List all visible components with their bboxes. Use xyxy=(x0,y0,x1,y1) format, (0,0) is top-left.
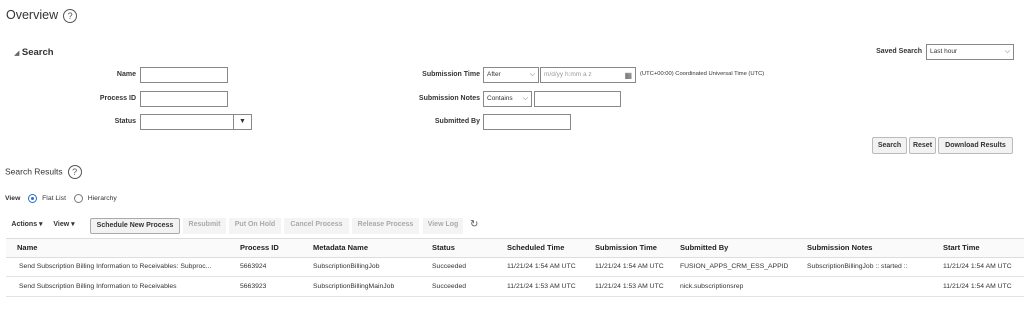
column-header-scheduled-time[interactable]: Scheduled Time xyxy=(507,243,564,252)
submission-time-operator-select[interactable]: After ⌵ xyxy=(483,67,539,83)
release-process-button[interactable]: Release Process xyxy=(352,218,419,234)
process-id-label: Process ID xyxy=(99,95,136,102)
name-input[interactable] xyxy=(140,67,228,83)
cell-start-time: 11/21/24 1:54 AM UTC xyxy=(943,263,1012,270)
saved-search-label: Saved Search xyxy=(876,48,922,55)
help-icon[interactable]: ? xyxy=(63,8,78,23)
search-section-header[interactable]: ◢ Search xyxy=(14,47,54,58)
help-icon[interactable]: ? xyxy=(67,165,82,179)
column-header-submitted-by[interactable]: Submitted By xyxy=(680,243,728,252)
cell-process-id: 5663923 xyxy=(240,283,267,290)
put-on-hold-button[interactable]: Put On Hold xyxy=(229,218,281,234)
dropdown-button[interactable]: ▼ xyxy=(233,115,251,129)
cell-metadata-name: SubscriptionBillingJob xyxy=(313,263,380,270)
chevron-down-icon: ⌵ xyxy=(522,95,528,102)
cell-scheduled-time: 11/21/24 1:54 AM UTC xyxy=(507,263,576,270)
view-menu[interactable]: View ▾ xyxy=(50,218,78,234)
column-header-process-id[interactable]: Process ID xyxy=(240,243,279,252)
cell-name: Send Subscription Billing Information to… xyxy=(19,283,177,290)
submission-time-input[interactable]: m/d/yy h:mm a z ▦ xyxy=(540,67,636,83)
collapse-triangle-icon[interactable]: ◢ xyxy=(14,50,19,57)
cell-scheduled-time: 11/21/24 1:53 AM UTC xyxy=(507,283,576,290)
flat-list-label: Flat List xyxy=(42,195,66,203)
hierarchy-label: Hierarchy xyxy=(87,195,117,203)
hierarchy-radio[interactable] xyxy=(73,194,83,203)
cancel-process-button[interactable]: Cancel Process xyxy=(284,218,349,234)
view-label: View xyxy=(5,195,21,203)
page-title-text: Overview xyxy=(6,8,59,22)
submission-time-operator-value: After xyxy=(487,71,501,78)
cell-submitted-by: nick.subscriptionsrep xyxy=(680,283,744,290)
cell-name: Send Subscription Billing Information to… xyxy=(19,263,212,270)
reset-button[interactable]: Reset xyxy=(909,137,936,154)
cell-metadata-name: SubscriptionBillingMainJob xyxy=(313,283,395,290)
flat-list-radio[interactable] xyxy=(28,194,38,203)
cell-submission-notes: SubscriptionBillingJob :: started :: xyxy=(807,263,908,270)
submitted-by-label: Submitted By xyxy=(434,118,480,125)
cell-process-id: 5663924 xyxy=(240,263,267,270)
search-results-heading: Search Results? xyxy=(5,165,82,179)
chevron-down-icon: ⌵ xyxy=(1004,48,1010,55)
cell-start-time: 11/21/24 1:54 AM UTC xyxy=(943,283,1012,290)
timezone-note: (UTC+00:00) Coordinated Universal Time (… xyxy=(640,71,765,77)
column-header-submission-notes[interactable]: Submission Notes xyxy=(807,243,872,252)
view-log-button[interactable]: View Log xyxy=(423,218,463,234)
view-mode-group: View Flat List Hierarchy xyxy=(5,194,117,203)
submission-notes-operator-value: Contains xyxy=(487,95,513,102)
actions-menu[interactable]: Actions ▾ xyxy=(8,218,46,234)
cell-submitted-by: FUSION_APPS_CRM_ESS_APPID xyxy=(680,263,789,270)
submission-time-label: Submission Time xyxy=(422,71,480,78)
schedule-new-process-button[interactable]: Schedule New Process xyxy=(90,218,180,234)
resubmit-button[interactable]: Resubmit xyxy=(183,218,226,234)
cell-status: Succeeded xyxy=(432,263,467,270)
column-header-metadata-name[interactable]: Metadata Name xyxy=(313,243,368,252)
column-header-name[interactable]: Name xyxy=(17,243,37,252)
submission-time-placeholder: m/d/yy h:mm a z xyxy=(544,71,592,78)
search-results-heading-text: Search Results xyxy=(5,166,63,177)
download-results-button[interactable]: Download Results xyxy=(938,137,1013,154)
refresh-icon[interactable]: ↻ xyxy=(470,219,478,230)
submission-notes-input[interactable] xyxy=(534,91,621,107)
search-button[interactable]: Search xyxy=(872,137,907,154)
status-select[interactable]: ▼ xyxy=(140,114,252,130)
saved-search-value: Last hour xyxy=(930,48,958,55)
process-id-input[interactable] xyxy=(140,91,228,107)
chevron-down-icon: ⌵ xyxy=(529,71,535,78)
name-label: Name xyxy=(116,71,136,78)
page-title: Overview? xyxy=(6,8,78,23)
cell-submission-time: 11/21/24 1:53 AM UTC xyxy=(595,283,664,290)
column-header-submission-time[interactable]: Submission Time xyxy=(595,243,657,252)
search-heading: Search xyxy=(21,47,54,58)
calendar-icon[interactable]: ▦ xyxy=(624,69,632,83)
column-header-start-time[interactable]: Start Time xyxy=(943,243,980,252)
submission-notes-operator-select[interactable]: Contains ⌵ xyxy=(483,91,532,107)
status-label: Status xyxy=(114,118,136,125)
column-header-status[interactable]: Status xyxy=(432,243,455,252)
cell-status: Succeeded xyxy=(432,283,467,290)
cell-submission-time: 11/21/24 1:54 AM UTC xyxy=(595,263,664,270)
submission-notes-label: Submission Notes xyxy=(418,95,480,102)
submitted-by-input[interactable] xyxy=(483,114,571,130)
saved-search-select[interactable]: Last hour ⌵ xyxy=(926,44,1014,60)
